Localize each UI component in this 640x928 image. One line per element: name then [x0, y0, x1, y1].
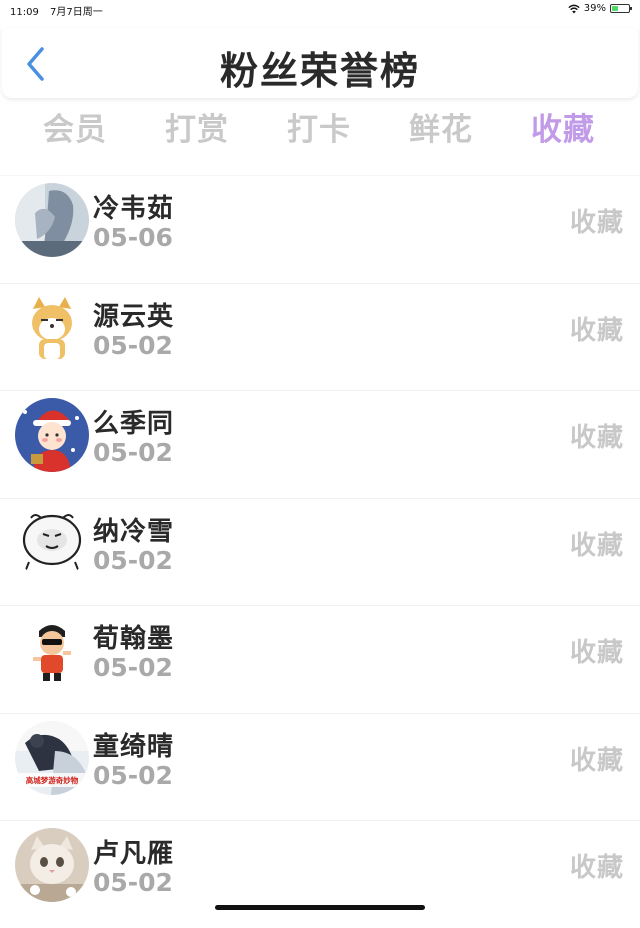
battery-fill	[612, 6, 618, 11]
fan-action-label: 收藏	[569, 423, 624, 453]
cat-photo-avatar[interactable]	[15, 828, 89, 902]
list-item[interactable]: 卢凡雁 05-02 收藏	[0, 820, 640, 928]
battery-percent: 39%	[583, 3, 606, 14]
fan-name: 么季同	[93, 409, 175, 439]
status-time: 11:09	[10, 7, 39, 18]
fan-date: 05-02	[93, 330, 173, 360]
home-indicator[interactable]	[215, 905, 425, 910]
fan-name: 荀翰墨	[93, 624, 175, 654]
cartoon-kid-sunglasses-avatar[interactable]	[15, 613, 89, 687]
tab-reward[interactable]: 打赏	[142, 104, 252, 149]
fan-date: 05-02	[93, 545, 173, 575]
status-date: 7月7日周一	[50, 7, 103, 18]
tab-checkin[interactable]: 打卡	[264, 104, 374, 149]
nav-header: 粉丝荣誉榜	[2, 28, 638, 98]
fan-date: 05-02	[93, 653, 173, 682]
list-item[interactable]: 高城梦游奇妙物 童绮晴 05-02 收藏	[0, 712, 640, 821]
meme-face-avatar[interactable]	[15, 505, 89, 580]
blurry-photo-avatar[interactable]	[15, 183, 89, 257]
fan-name: 冷韦茹	[93, 194, 175, 224]
status-right: 39%	[568, 3, 632, 14]
fan-name: 纳冷雪	[93, 516, 175, 547]
fan-action-label: 收藏	[569, 208, 624, 238]
fan-list: 冷韦茹 05-06 收藏 源云英 05-02 收藏 么季同 05-02 收藏 纳冷雪 05-02 收藏…	[0, 175, 640, 928]
status-bar: 11:09 7月7日周一 39%	[0, 0, 640, 18]
photo-text-avatar[interactable]: 高城梦游奇妙物	[15, 720, 89, 795]
fan-action-label: 收藏	[569, 745, 624, 776]
fan-date: 05-02	[93, 868, 173, 897]
fan-action-label: 收藏	[569, 530, 624, 561]
tab-flowers[interactable]: 鲜花	[386, 104, 496, 149]
status-left: 11:09 7月7日周一	[10, 3, 103, 18]
fan-action-label: 收藏	[569, 638, 624, 668]
list-item[interactable]: 冷韦茹 05-06 收藏	[0, 175, 640, 283]
fan-date: 05-02	[93, 760, 173, 790]
fan-name: 源云英	[93, 301, 175, 332]
battery-icon	[610, 4, 632, 13]
tab-member[interactable]: 会员	[20, 104, 130, 149]
tab-favorites[interactable]: 收藏	[508, 104, 618, 149]
shiba-dog-avatar[interactable]	[15, 290, 89, 365]
fan-date: 05-06	[93, 223, 173, 252]
list-item[interactable]: 么季同 05-02 收藏	[0, 390, 640, 498]
list-item[interactable]: 纳冷雪 05-02 收藏	[0, 497, 640, 606]
wifi-icon	[568, 4, 580, 13]
fan-name: 童绮晴	[93, 731, 175, 762]
fan-date: 05-02	[93, 438, 173, 467]
fan-action-label: 收藏	[569, 315, 624, 346]
tab-bar: 会员 打赏 打卡 鲜花 收藏	[0, 104, 640, 152]
fan-action-label: 收藏	[569, 853, 624, 883]
fan-name: 卢凡雁	[93, 839, 175, 869]
avatar-caption: 高城梦游奇妙物	[26, 775, 79, 785]
christmas-cartoon-avatar[interactable]	[15, 398, 89, 472]
list-item[interactable]: 荀翰墨 05-02 收藏	[0, 605, 640, 713]
list-item[interactable]: 源云英 05-02 收藏	[0, 282, 640, 391]
page-title: 粉丝荣誉榜	[219, 49, 420, 93]
